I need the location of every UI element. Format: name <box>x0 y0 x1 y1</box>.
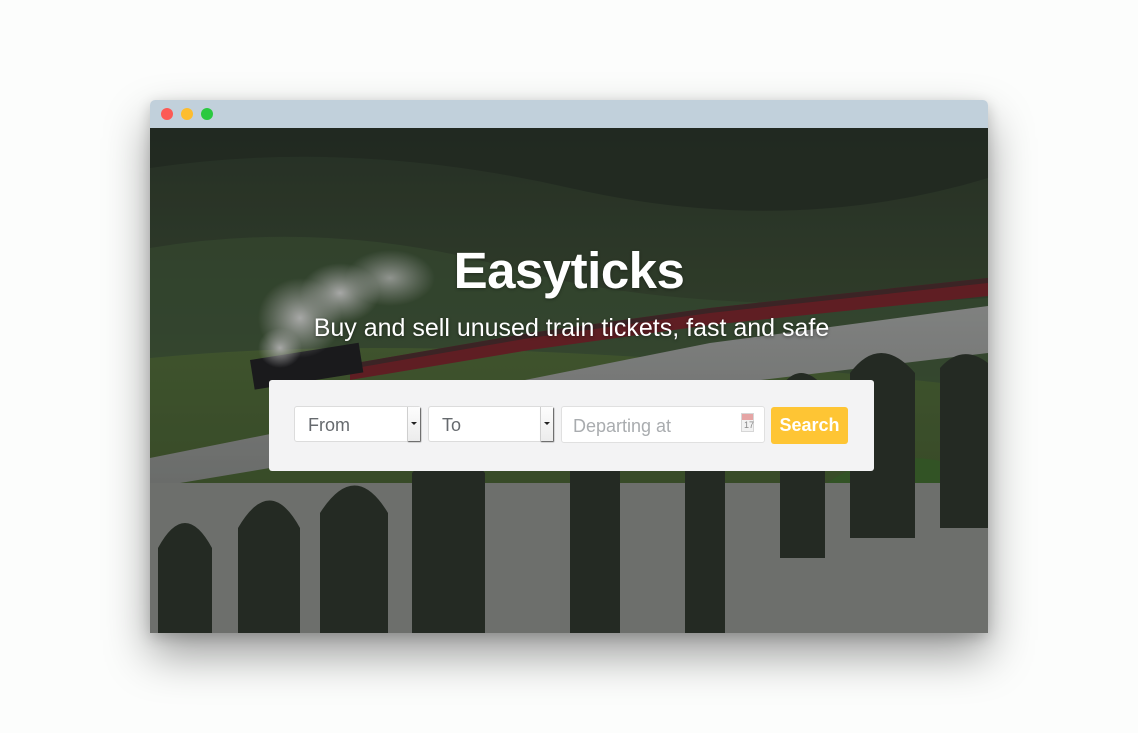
chevron-down-icon[interactable] <box>540 407 553 441</box>
to-station-select[interactable]: To <box>428 406 554 442</box>
close-window-button[interactable] <box>161 108 173 120</box>
from-select-value: From <box>308 415 350 435</box>
ticket-search-form: From To Departing at 17 Search <box>269 380 874 471</box>
window-titlebar <box>150 100 988 128</box>
minimize-window-button[interactable] <box>181 108 193 120</box>
hero-section: Easyticks Buy and sell unused train tick… <box>150 128 988 633</box>
site-tagline: Buy and sell unused train tickets, fast … <box>313 314 830 342</box>
from-station-select[interactable]: From <box>294 406 421 442</box>
to-select-value: To <box>442 415 462 435</box>
calendar-icon-day: 17 <box>744 420 755 430</box>
departure-date-input[interactable]: Departing at 17 <box>561 406 765 443</box>
chevron-down-icon[interactable] <box>407 407 420 441</box>
search-button[interactable]: Search <box>771 407 848 444</box>
browser-window: Easyticks Buy and sell unused train tick… <box>150 100 988 633</box>
calendar-icon[interactable]: 17 <box>741 413 754 432</box>
departure-date-placeholder: Departing at <box>573 416 672 436</box>
maximize-window-button[interactable] <box>201 108 213 120</box>
site-title: Easyticks <box>453 242 685 299</box>
